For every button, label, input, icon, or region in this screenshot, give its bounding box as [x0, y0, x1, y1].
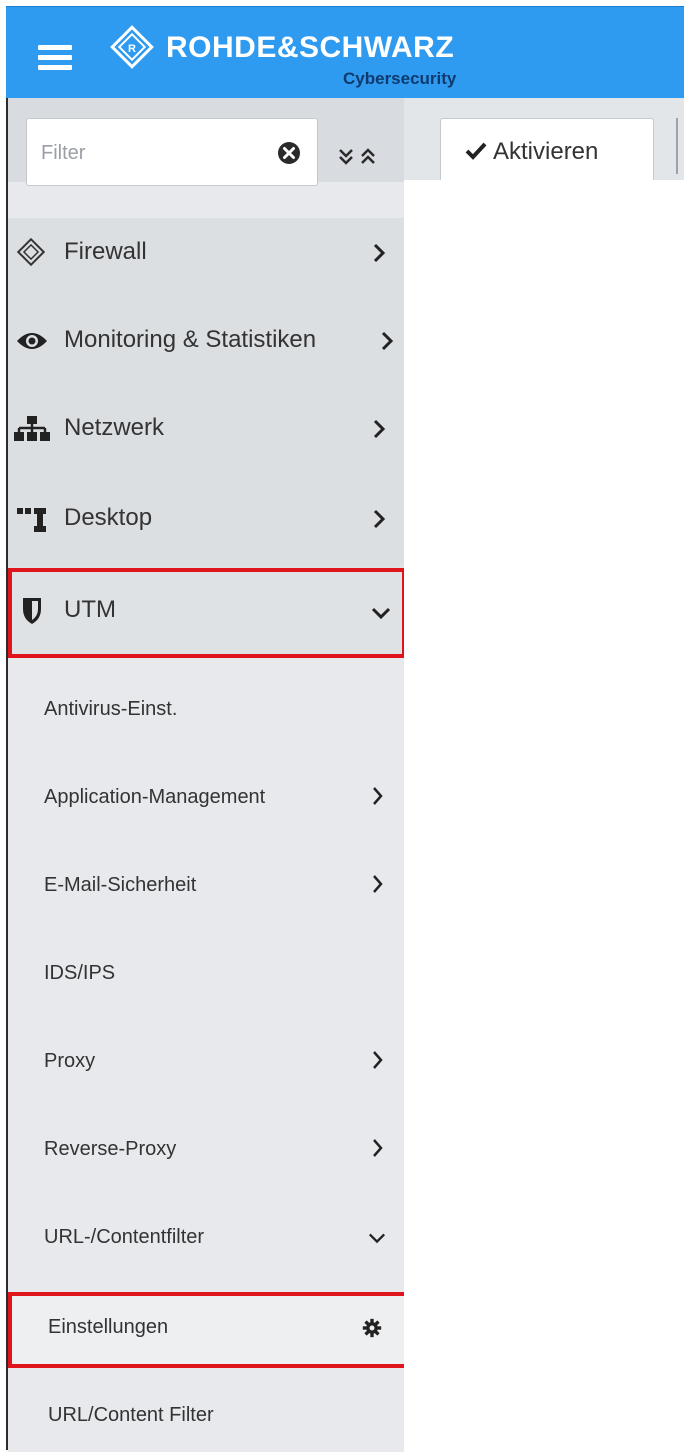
sub-item-label: Reverse-Proxy	[44, 1138, 177, 1160]
nav-item-firewall[interactable]: Firewall	[8, 222, 404, 286]
sub-item-email-sicherheit[interactable]: E-Mail-Sicherheit	[8, 856, 404, 918]
sub-item-label: Antivirus-Einst.	[44, 698, 178, 720]
nav-item-label: Firewall	[64, 238, 147, 265]
toolbar: Aktivieren	[404, 98, 684, 184]
sub-item-label: IDS/IPS	[44, 962, 116, 984]
sub2-item-label: Einstellungen	[48, 1316, 169, 1338]
nav-item-utm[interactable]: UTM	[8, 580, 404, 644]
chevron-right-icon	[373, 875, 383, 893]
chevron-right-icon	[373, 419, 386, 439]
sub-item-proxy[interactable]: Proxy	[8, 1032, 404, 1094]
desktop-tree-icon	[17, 508, 46, 532]
expand-collapse-icon[interactable]	[338, 146, 378, 168]
chevron-right-icon	[373, 1051, 383, 1069]
shield-icon	[23, 598, 41, 624]
chevron-right-icon	[373, 1139, 383, 1157]
top-header: R ROHDE&SCHWARZ Cybersecurity	[6, 6, 684, 98]
nav-item-desktop[interactable]: Desktop	[8, 488, 404, 552]
nav-item-label: Monitoring & Statistiken	[64, 326, 317, 353]
chevron-down-icon	[371, 607, 391, 620]
main-content	[404, 180, 684, 1450]
chevron-right-icon	[373, 787, 383, 805]
sub-item-label: Proxy	[44, 1050, 96, 1072]
sub2-item-einstellungen[interactable]: Einstellungen	[8, 1294, 404, 1364]
sidebar: Firewall Monitoring & Statistiken Netzwe…	[8, 98, 404, 1452]
nav-item-label: Desktop	[64, 504, 153, 531]
activate-button[interactable]: Aktivieren	[440, 118, 654, 184]
chevron-right-icon	[381, 331, 394, 351]
brand-name: ROHDE&SCHWARZ	[166, 31, 455, 64]
sub-item-label: URL-/Contentfilter	[44, 1226, 205, 1248]
sub-item-ids-ips[interactable]: IDS/IPS	[8, 944, 404, 1006]
sidebar-filter-bar	[8, 98, 404, 186]
chevron-right-icon	[373, 509, 386, 529]
sub-item-application-management[interactable]: Application-Management	[8, 768, 404, 830]
sub-item-antivirus[interactable]: Antivirus-Einst.	[8, 680, 404, 742]
nav-item-label: UTM	[64, 596, 116, 623]
sub2-item-label: URL/Content Filter	[48, 1404, 214, 1426]
times-circle-icon[interactable]	[277, 141, 301, 165]
rs-diamond-icon	[16, 238, 46, 267]
sub-item-reverse-proxy[interactable]: Reverse-Proxy	[8, 1120, 404, 1182]
brand-subtitle: Cybersecurity	[343, 69, 457, 88]
eye-icon	[17, 333, 47, 349]
sitemap-icon	[14, 416, 50, 441]
nav-item-label: Netzwerk	[64, 414, 165, 441]
svg-text:R: R	[128, 43, 136, 55]
filter-input[interactable]	[39, 133, 263, 173]
nav-item-monitoring[interactable]: Monitoring & Statistiken	[8, 310, 404, 374]
chevron-right-icon	[373, 243, 386, 263]
toolbar-divider	[676, 118, 678, 174]
activate-button-label: Aktivieren	[493, 138, 599, 165]
hamburger-icon[interactable]	[38, 45, 72, 71]
gear-icon	[362, 1318, 382, 1338]
rs-logo-icon: R	[110, 25, 154, 69]
check-icon	[465, 142, 487, 160]
filter-box[interactable]	[26, 118, 318, 186]
sub-item-url-contentfilter[interactable]: URL-/Contentfilter	[8, 1208, 404, 1270]
sub-item-label: E-Mail-Sicherheit	[44, 874, 197, 896]
sub-item-label: Application-Management	[44, 786, 266, 808]
sub2-item-url-content-filter[interactable]: URL/Content Filter	[8, 1382, 404, 1452]
chevron-down-icon	[369, 1233, 385, 1244]
nav-item-netzwerk[interactable]: Netzwerk	[8, 398, 404, 462]
